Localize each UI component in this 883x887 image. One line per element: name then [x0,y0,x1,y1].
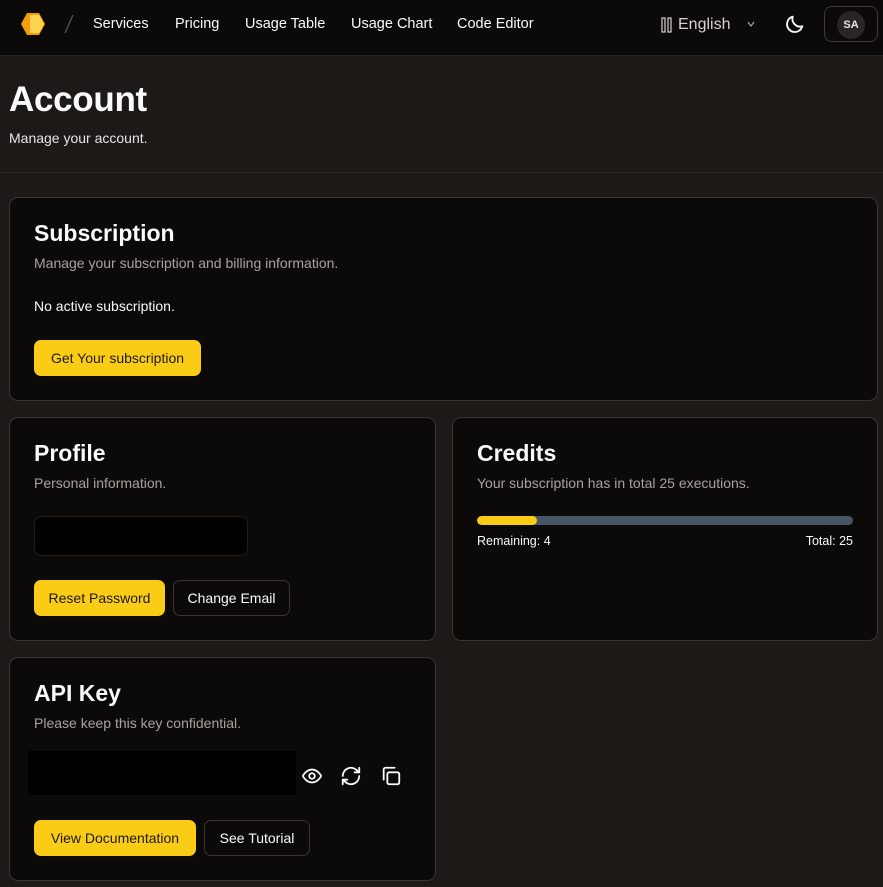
subscription-card: Subscription Manage your subscription an… [9,197,878,401]
language-select[interactable]: English [660,14,730,36]
credits-total-label: Total: 25 [805,534,853,548]
avatar: SA [837,11,865,39]
page-title: Account [9,80,147,119]
header-divider [0,172,883,173]
nav-link-code-editor[interactable]: Code Editor [457,16,534,32]
refresh-icon[interactable] [340,765,362,787]
language-icon [661,17,672,33]
subscription-description: Manage your subscription and billing inf… [34,255,339,271]
api-key-description: Please keep this key confidential. [34,715,242,731]
view-documentation-button[interactable]: View Documentation [34,820,196,856]
eye-icon[interactable] [301,765,323,787]
credits-title: Credits [477,440,557,466]
email-field [34,516,248,556]
credits-progress-fill [477,516,538,525]
change-email-button[interactable]: Change Email [173,580,290,616]
copy-icon[interactable] [380,765,402,787]
language-label: English [678,16,731,33]
profile-card: Profile Personal information. Reset Pass… [9,417,436,641]
moon-icon[interactable] [784,13,806,35]
see-tutorial-button[interactable]: See Tutorial [204,820,310,856]
credits-progress-bar [477,516,853,525]
user-menu-button[interactable]: SA [824,6,878,42]
api-key-field [28,751,296,795]
page-subtitle: Manage your account. [9,130,148,146]
nav-link-services[interactable]: Services [93,16,149,32]
chevron-down-icon[interactable] [746,16,756,32]
subscription-title: Subscription [34,220,175,246]
get-subscription-button[interactable]: Get Your subscription [34,340,201,376]
nav-link-usage-chart[interactable]: Usage Chart [351,16,432,32]
hexagon-logo-icon[interactable] [20,12,46,36]
breadcrumb-separator-icon [64,14,74,34]
api-key-title: API Key [34,680,121,706]
reset-password-button[interactable]: Reset Password [34,580,165,616]
credits-description: Your subscription has in total 25 execut… [477,475,750,491]
credits-card: Credits Your subscription has in total 2… [452,417,878,641]
profile-description: Personal information. [34,475,167,491]
nav-link-pricing[interactable]: Pricing [175,16,219,32]
api-key-card: API Key Please keep this key confidentia… [9,657,436,881]
subscription-status: No active subscription. [34,298,175,314]
nav-link-usage-table[interactable]: Usage Table [245,16,325,32]
credits-remaining-label: Remaining: 4 [477,534,551,548]
profile-title: Profile [34,440,106,466]
top-navbar: Services Pricing Usage Table Usage Chart… [0,0,883,56]
